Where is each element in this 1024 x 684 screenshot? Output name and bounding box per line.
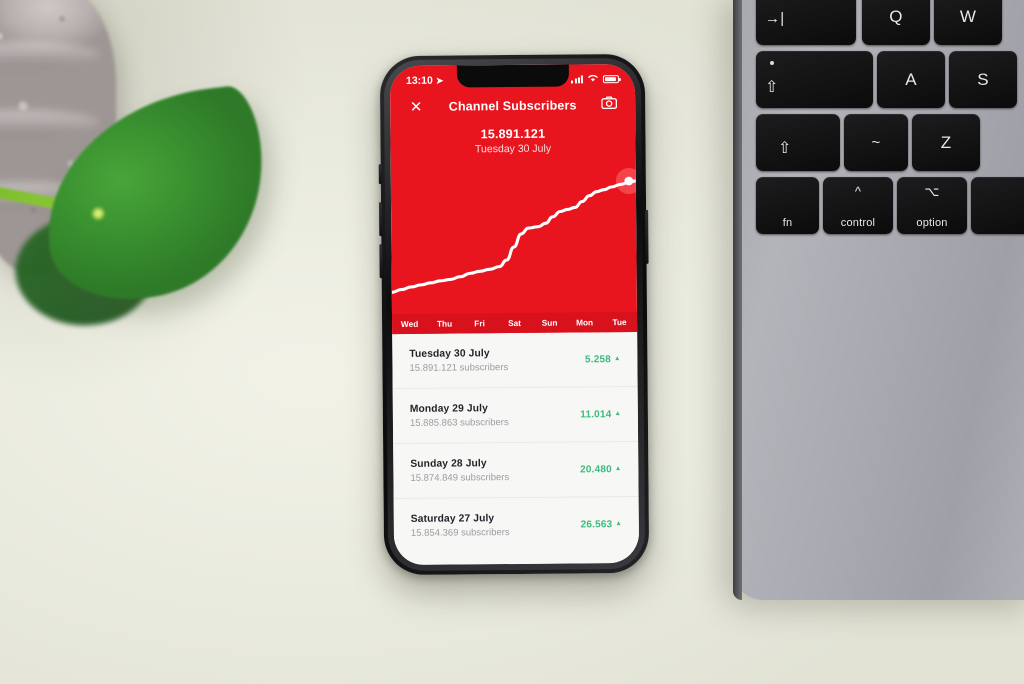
subscriber-history-list: Tuesday 30 July 15.891.121 subscribers 5.2… bbox=[392, 331, 640, 566]
key-fn-label: fn bbox=[782, 217, 793, 229]
key-q[interactable]: Q bbox=[862, 0, 930, 45]
location-arrow-icon: ➤ bbox=[435, 75, 444, 86]
key-s[interactable]: S bbox=[949, 51, 1017, 108]
key-w-label: W bbox=[959, 6, 977, 26]
key-tilde[interactable]: ~ bbox=[844, 114, 908, 171]
caps-lock-led-icon bbox=[770, 61, 774, 65]
list-item[interactable]: Tuesday 30 July 15.891.121 subscribers 5.2… bbox=[392, 331, 638, 390]
list-item[interactable]: Sunday 28 July 15.874.849 subscribers 20.4… bbox=[393, 441, 639, 500]
day-label: Mon bbox=[575, 317, 594, 328]
scene: →| Q W ⇧ A S ⇧ ~ Z fn ^ control ⌥ option… bbox=[0, 0, 1024, 684]
day-label: Sat bbox=[508, 317, 522, 329]
key-tab[interactable]: →| bbox=[756, 0, 856, 45]
key-q-label: Q bbox=[889, 6, 903, 26]
list-item-delta: 20.480 bbox=[580, 463, 612, 475]
key-option[interactable]: ⌥ option bbox=[897, 177, 967, 234]
key-z-label: Z bbox=[940, 132, 952, 152]
phone-device: 13:10 ➤ ✕ Channel Subscribers 15.891.121… bbox=[378, 53, 650, 576]
list-item-delta-group: 5.258 ▲ bbox=[585, 354, 621, 365]
list-item-date: Sunday 28 July bbox=[410, 457, 487, 470]
key-tilde-label: ~ bbox=[871, 134, 881, 151]
key-command[interactable] bbox=[971, 177, 1024, 234]
phone-notch bbox=[456, 64, 569, 88]
status-bar-left: 13:10 ➤ bbox=[406, 75, 444, 87]
laptop: →| Q W ⇧ A S ⇧ ~ Z fn ^ control ⌥ option bbox=[733, 0, 1024, 600]
trend-up-icon: ▲ bbox=[615, 520, 622, 528]
day-label: Fri bbox=[474, 318, 485, 329]
summary-block: 15.891.121 Tuesday 30 July bbox=[390, 120, 635, 156]
key-a[interactable]: A bbox=[877, 51, 945, 108]
cellular-bars-icon bbox=[571, 75, 583, 84]
caps-lock-icon: ⇧ bbox=[765, 79, 779, 96]
key-control[interactable]: ^ control bbox=[823, 177, 893, 234]
chart-day-axis: Wed Thu Fri Sat Sun Mon Tue bbox=[391, 311, 638, 335]
list-item-delta-group: 11.014 ▲ bbox=[580, 409, 621, 420]
app-navbar: ✕ Channel Subscribers bbox=[390, 90, 635, 122]
key-caps-lock[interactable]: ⇧ bbox=[756, 51, 873, 108]
key-s-label: S bbox=[977, 69, 989, 89]
key-z[interactable]: Z bbox=[912, 114, 980, 171]
list-item-delta-group: 26.563 ▲ bbox=[581, 519, 622, 530]
trend-up-icon: ▲ bbox=[614, 464, 622, 472]
control-caret-icon: ^ bbox=[854, 184, 862, 199]
option-icon: ⌥ bbox=[924, 184, 940, 199]
camera-icon bbox=[601, 96, 618, 114]
key-fn[interactable]: fn bbox=[756, 177, 819, 234]
day-label: Thu bbox=[436, 318, 453, 329]
day-label: Wed bbox=[400, 318, 419, 329]
key-option-label: option bbox=[916, 217, 948, 229]
volume-down-button[interactable] bbox=[379, 244, 383, 279]
list-item-delta-group: 20.480 ▲ bbox=[580, 464, 621, 475]
trend-up-icon: ▲ bbox=[614, 409, 621, 417]
list-item-date: Monday 29 July bbox=[409, 402, 488, 415]
shift-icon: ⇧ bbox=[778, 140, 792, 157]
key-shift[interactable]: ⇧ bbox=[756, 114, 840, 171]
laptop-keyboard: →| Q W ⇧ A S ⇧ ~ Z fn ^ control ⌥ option bbox=[745, 0, 1024, 278]
list-item-text: Tuesday 30 July 15.891.121 subscribers bbox=[409, 348, 508, 374]
close-button[interactable]: ✕ bbox=[406, 97, 426, 117]
list-item-text: Monday 29 July 15.885.863 subscribers bbox=[410, 403, 509, 429]
summary-date: Tuesday 30 July bbox=[474, 142, 552, 156]
list-item-subscribers: 15.854.369 subscribers bbox=[410, 527, 510, 539]
tab-icon: →| bbox=[765, 10, 785, 27]
power-button[interactable] bbox=[645, 209, 649, 264]
key-control-label: control bbox=[840, 217, 876, 229]
trend-up-icon: ▲ bbox=[613, 354, 621, 362]
pot-ridge bbox=[0, 110, 100, 136]
list-item-date: Tuesday 30 July bbox=[409, 347, 490, 360]
subscribers-line-chart[interactable] bbox=[390, 156, 637, 304]
status-bar-right bbox=[571, 73, 619, 85]
day-label: Tue bbox=[612, 317, 627, 328]
list-item-subscribers: 15.885.863 subscribers bbox=[409, 416, 509, 429]
key-a-label: A bbox=[905, 69, 917, 89]
list-item-delta: 5.258 bbox=[584, 353, 612, 365]
day-label: Sun bbox=[541, 317, 558, 328]
list-item-text: Saturday 27 July 15.854.369 subscribers bbox=[411, 513, 510, 539]
laptop-edge bbox=[733, 0, 742, 600]
pot-ridge bbox=[0, 42, 100, 68]
status-time: 13:10 bbox=[405, 74, 433, 87]
list-item-delta: 26.563 bbox=[580, 519, 613, 531]
mute-switch[interactable] bbox=[378, 164, 382, 185]
list-item-delta: 11.014 bbox=[580, 408, 612, 420]
list-item-date: Saturday 27 July bbox=[410, 513, 495, 525]
close-icon: ✕ bbox=[409, 98, 423, 116]
wifi-icon bbox=[587, 73, 599, 85]
battery-icon bbox=[602, 75, 619, 84]
chart-panel: 13:10 ➤ ✕ Channel Subscribers 15.891.121… bbox=[389, 63, 638, 335]
page-title: Channel Subscribers bbox=[448, 98, 577, 114]
phone-screen: 13:10 ➤ ✕ Channel Subscribers 15.891.121… bbox=[389, 63, 640, 566]
list-item-subscribers: 15.874.849 subscribers bbox=[410, 471, 510, 484]
volume-up-button[interactable] bbox=[379, 202, 383, 237]
list-item[interactable]: Monday 29 July 15.885.863 subscribers 11.0… bbox=[392, 386, 639, 445]
list-item[interactable]: Saturday 27 July 15.854.369 subscribers 26… bbox=[394, 497, 639, 554]
summary-count: 15.891.121 bbox=[480, 126, 546, 142]
camera-button[interactable] bbox=[599, 95, 619, 115]
key-w[interactable]: W bbox=[934, 0, 1002, 45]
list-item-subscribers: 15.891.121 subscribers bbox=[409, 361, 509, 374]
list-item-text: Sunday 28 July 15.874.849 subscribers bbox=[410, 458, 509, 484]
